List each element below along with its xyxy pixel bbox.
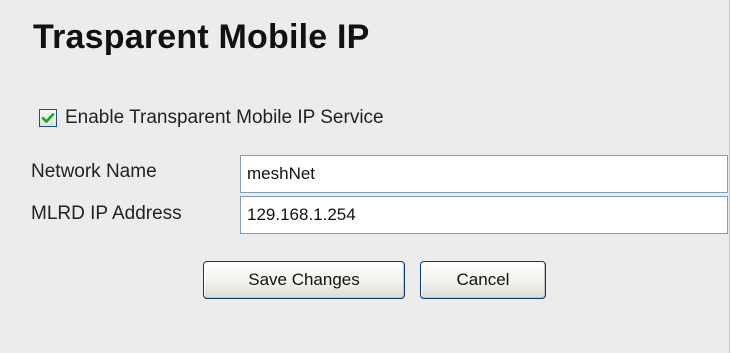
enable-service-label[interactable]: Enable Transparent Mobile IP Service xyxy=(65,107,384,129)
settings-panel: Trasparent Mobile IP Enable Transparent … xyxy=(0,0,730,353)
save-changes-button[interactable]: Save Changes xyxy=(203,261,405,299)
cancel-button[interactable]: Cancel xyxy=(420,261,546,299)
mlrd-ip-label: MLRD IP Address xyxy=(31,203,182,224)
enable-service-checkbox[interactable] xyxy=(39,109,57,127)
network-name-input[interactable] xyxy=(240,155,728,193)
enable-service-row: Enable Transparent Mobile IP Service xyxy=(39,107,384,129)
network-name-label: Network Name xyxy=(31,161,157,182)
mlrd-ip-input[interactable] xyxy=(240,196,728,234)
checkmark-icon xyxy=(41,113,55,123)
page-title: Trasparent Mobile IP xyxy=(33,18,370,56)
